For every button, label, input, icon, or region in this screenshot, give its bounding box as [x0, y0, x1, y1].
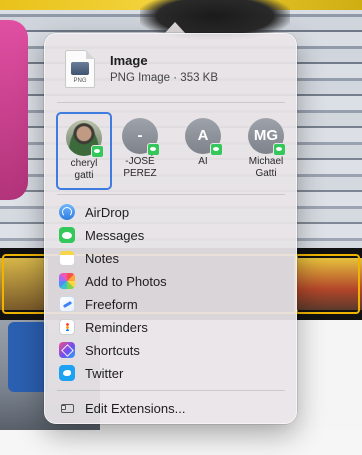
messages-badge-icon: [91, 145, 104, 158]
contact-name: cheryl gatti: [70, 158, 98, 181]
background-white-area: [290, 320, 362, 430]
menu-item-notes[interactable]: Notes: [53, 247, 290, 269]
shortcuts-icon: [59, 342, 75, 358]
contact-avatar: A: [185, 118, 223, 156]
messages-icon: [59, 227, 75, 243]
file-subtitle: PNG Image · 353 KB: [110, 72, 219, 84]
menu-label: Twitter: [85, 365, 124, 381]
messages-badge-icon: [147, 143, 160, 156]
divider: [57, 390, 285, 391]
photos-icon: [59, 273, 75, 289]
contact-avatar: [66, 120, 104, 158]
reminders-icon: [59, 319, 75, 335]
messages-badge-icon: [210, 143, 223, 156]
menu-label: Notes: [85, 250, 119, 266]
menu-item-edit-extensions[interactable]: Edit Extensions...: [53, 397, 290, 419]
menu-item-twitter[interactable]: Twitter: [53, 362, 290, 384]
filmstrip-selection-right: [294, 254, 360, 314]
share-header: PNG Image PNG Image · 353 KB: [45, 34, 298, 102]
menu-item-messages[interactable]: Messages: [53, 224, 290, 246]
contact-avatar: -: [122, 118, 160, 156]
file-ext-label: PNG: [73, 78, 87, 84]
background-pink-figure: [0, 20, 28, 200]
menu-label: Add to Photos: [85, 273, 167, 289]
menu-label: Edit Extensions...: [85, 400, 186, 416]
contact-name: -JOSÉ PEREZ: [123, 156, 157, 179]
menu-label: Reminders: [85, 319, 148, 335]
extensions-icon: [59, 400, 75, 416]
menu-label: Shortcuts: [85, 342, 140, 358]
contact-name: AI: [198, 156, 208, 167]
file-title: Image: [110, 53, 148, 68]
divider: [57, 102, 285, 103]
notes-icon: [59, 250, 75, 266]
contact-name: Michael Gatti: [248, 156, 284, 179]
menu-item-add-to-photos[interactable]: Add to Photos: [53, 270, 290, 292]
contact-jose-perez[interactable]: - -JOSÉ PEREZ: [112, 112, 168, 190]
menu-item-freeform[interactable]: Freeform: [53, 293, 290, 315]
messages-badge-icon: [273, 143, 286, 156]
contact-ai[interactable]: A AI: [175, 112, 231, 190]
menu-item-reminders[interactable]: Reminders: [53, 316, 290, 338]
contact-avatar: MG: [248, 118, 286, 156]
menu-label: Messages: [85, 227, 145, 243]
menu-label: Freeform: [85, 296, 138, 312]
menu-item-shortcuts[interactable]: Shortcuts: [53, 339, 290, 361]
twitter-icon: [59, 365, 75, 381]
share-menu: PNG Image PNG Image · 353 KB cheryl gatt…: [44, 33, 297, 424]
menu-label: AirDrop: [85, 204, 130, 220]
airdrop-icon: [59, 204, 75, 220]
contact-michael-gatti[interactable]: MG Michael Gatti: [238, 112, 294, 190]
divider: [57, 194, 285, 195]
freeform-icon: [59, 296, 75, 312]
background-blue-figure: [8, 322, 48, 392]
background-white-bottom: [0, 430, 362, 455]
menu-item-airdrop[interactable]: AirDrop: [53, 201, 290, 223]
contact-cheryl-gatti[interactable]: cheryl gatti: [56, 112, 112, 190]
png-file-icon: PNG: [65, 50, 95, 88]
